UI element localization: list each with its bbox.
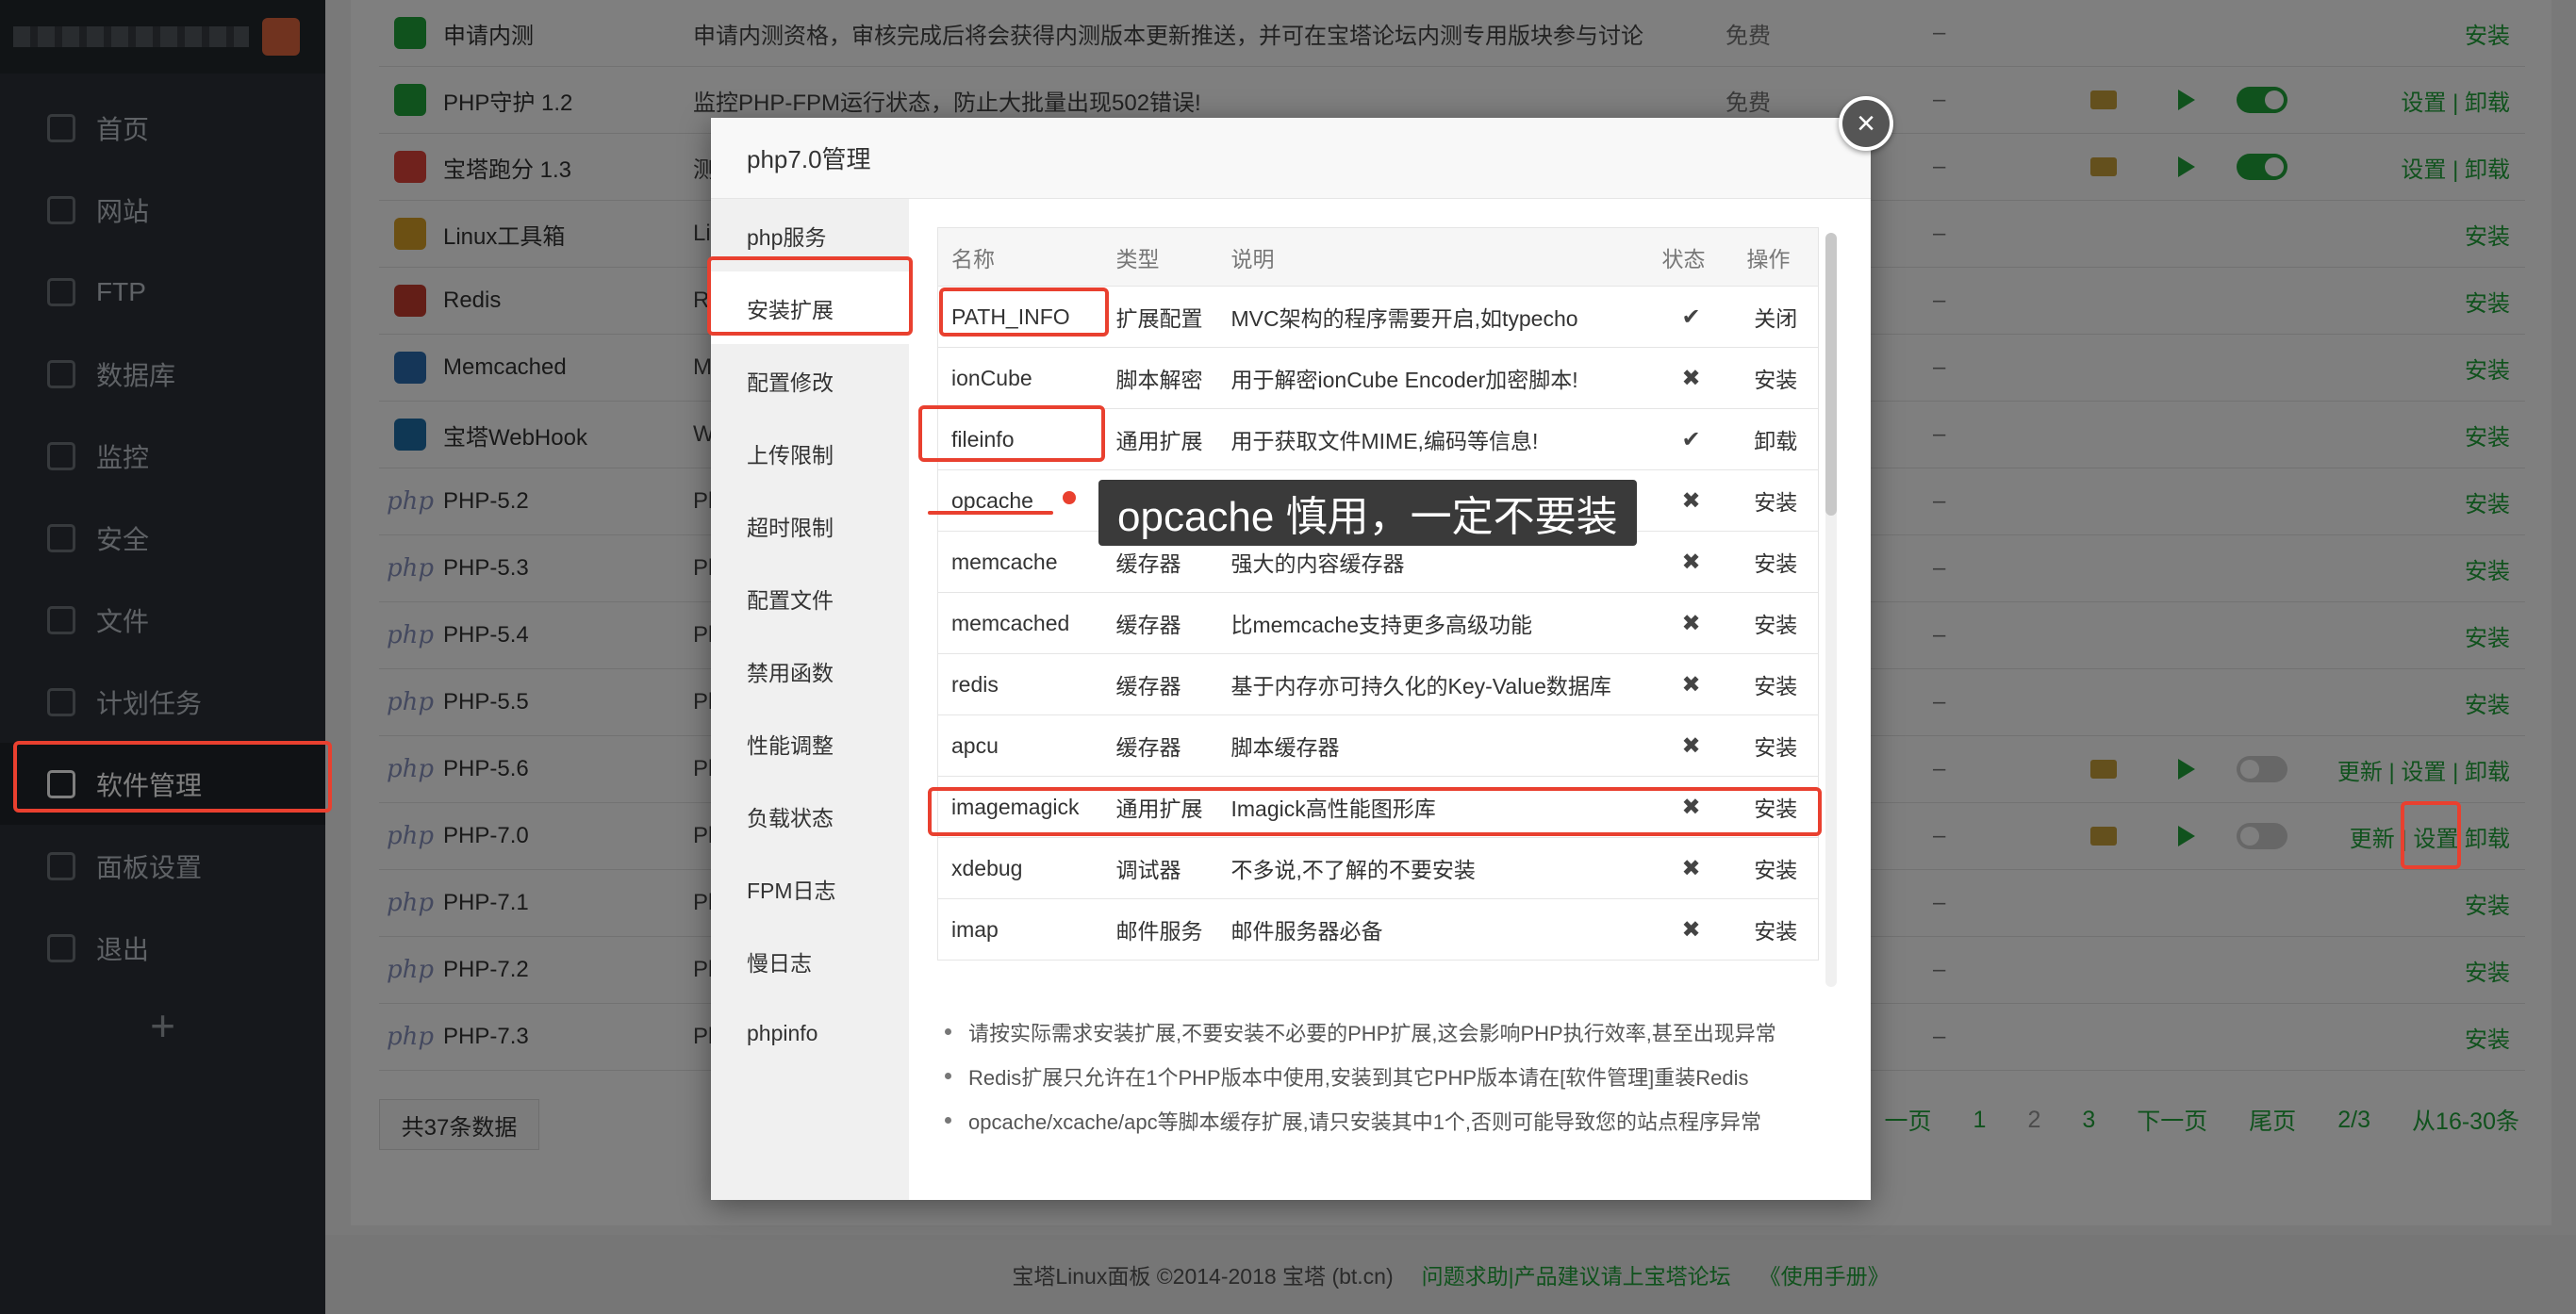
highlight-settings-link xyxy=(2401,801,2461,869)
cross-icon: ✖ xyxy=(1648,592,1734,654)
cross-icon: ✖ xyxy=(1648,714,1734,777)
ext-action-button[interactable]: 安装 xyxy=(1733,898,1819,961)
note-item: 请按实际需求安装扩展,不要安装不必要的PHP扩展,这会影响PHP执行效率,甚至出… xyxy=(937,1010,1776,1054)
highlight-opcache-underline xyxy=(928,511,1053,515)
cross-icon: ✖ xyxy=(1648,898,1734,961)
ext-action-button[interactable]: 安装 xyxy=(1733,592,1819,654)
menu-item-slow-log[interactable]: 慢日志 xyxy=(711,925,909,997)
highlight-fileinfo xyxy=(918,405,1105,462)
table-row: ionCube 脚本解密 用于解密ionCube Encoder加密脚本! ✖ 安装 xyxy=(937,347,1819,409)
table-row: xdebug 调试器 不多说,不了解的不要安装 ✖ 安装 xyxy=(937,837,1819,899)
ext-desc: 用于解密ionCube Encoder加密脚本! xyxy=(1217,347,1649,409)
close-icon[interactable]: × xyxy=(1839,96,1893,151)
ext-name: memcache xyxy=(937,531,1103,593)
ext-action-button[interactable]: 安装 xyxy=(1733,653,1819,715)
ext-action-button[interactable]: 安装 xyxy=(1733,469,1819,532)
ext-name: memcached xyxy=(937,592,1103,654)
table-row: memcached 缓存器 比memcache支持更多高级功能 ✖ 安装 xyxy=(937,592,1819,654)
cross-icon: ✖ xyxy=(1648,837,1734,899)
menu-item-load-status[interactable]: 负载状态 xyxy=(711,780,909,852)
ext-name: ionCube xyxy=(937,347,1103,409)
highlight-imagemagick xyxy=(928,787,1822,836)
col-desc: 说明 xyxy=(1217,227,1649,287)
ext-desc: 邮件服务器必备 xyxy=(1217,898,1649,961)
cross-icon: ✖ xyxy=(1648,653,1734,715)
ext-name: apcu xyxy=(937,714,1103,777)
highlight-install-ext-menu xyxy=(707,256,913,336)
ext-type: 脚本解密 xyxy=(1102,347,1218,409)
table-row: apcu 缓存器 脚本缓存器 ✖ 安装 xyxy=(937,714,1819,777)
extensions-table: 名称 类型 说明 状态 操作 PATH_INFO 扩展配置 MVC架构的程序需要开启… xyxy=(937,227,1819,961)
extensions-table-body: PATH_INFO 扩展配置 MVC架构的程序需要开启,如typecho ✔ 关闭 ion… xyxy=(937,286,1819,961)
table-row: imap 邮件服务 邮件服务器必备 ✖ 安装 xyxy=(937,898,1819,961)
cross-icon: ✖ xyxy=(1648,531,1734,593)
menu-item-timeout-limit[interactable]: 超时限制 xyxy=(711,489,909,562)
ext-type: 邮件服务 xyxy=(1102,898,1218,961)
dialog-body: 名称 类型 说明 状态 操作 PATH_INFO 扩展配置 MVC架构的程序需要开启… xyxy=(909,199,1871,1200)
ext-action-button[interactable]: 卸载 xyxy=(1733,408,1819,470)
ext-name: imap xyxy=(937,898,1103,961)
ext-action-button[interactable]: 安装 xyxy=(1733,531,1819,593)
cross-icon: ✖ xyxy=(1648,347,1734,409)
ext-type: 缓存器 xyxy=(1102,592,1218,654)
dialog-title: php7.0管理 xyxy=(711,118,1871,199)
ext-desc: 不多说,不了解的不要安装 xyxy=(1217,837,1649,899)
highlight-software-menu xyxy=(13,741,332,813)
note-item: Redis扩展只允许在1个PHP版本中使用,安装到其它PHP版本请在[软件管理]… xyxy=(937,1054,1776,1098)
cross-icon: ✖ xyxy=(1648,469,1734,532)
col-action: 操作 xyxy=(1733,227,1819,287)
ext-type: 扩展配置 xyxy=(1102,286,1218,348)
menu-item-phpinfo[interactable]: phpinfo xyxy=(711,997,909,1070)
col-type: 类型 xyxy=(1102,227,1218,287)
callout-marker xyxy=(1063,491,1076,504)
ext-desc: MVC架构的程序需要开启,如typecho xyxy=(1217,286,1649,348)
ext-type: 通用扩展 xyxy=(1102,408,1218,470)
ext-action-button[interactable]: 安装 xyxy=(1733,347,1819,409)
menu-item-upload-limit[interactable]: 上传限制 xyxy=(711,417,909,489)
ext-name: opcache xyxy=(937,469,1103,532)
dialog-menu: php服务 安装扩展 配置修改 上传限制 超时限制 配置文件 禁用函数 性能调整… xyxy=(711,199,909,1200)
ext-name: xdebug xyxy=(937,837,1103,899)
ext-name: redis xyxy=(937,653,1103,715)
col-status: 状态 xyxy=(1648,227,1734,287)
menu-item-fpm-log[interactable]: FPM日志 xyxy=(711,852,909,925)
check-icon: ✔ xyxy=(1648,286,1734,348)
menu-item-config-edit[interactable]: 配置修改 xyxy=(711,344,909,417)
notes-list: 请按实际需求安装扩展,不要安装不必要的PHP扩展,这会影响PHP执行效率,甚至出… xyxy=(937,1010,1776,1142)
table-scrollbar[interactable] xyxy=(1825,233,1837,987)
menu-item-performance[interactable]: 性能调整 xyxy=(711,707,909,780)
ext-desc: 用于获取文件MIME,编码等信息! xyxy=(1217,408,1649,470)
scrollbar-thumb[interactable] xyxy=(1825,233,1837,516)
ext-action-button[interactable]: 安装 xyxy=(1733,714,1819,777)
ext-type: 缓存器 xyxy=(1102,653,1218,715)
ext-type: 缓存器 xyxy=(1102,714,1218,777)
table-row: redis 缓存器 基于内存亦可持久化的Key-Value数据库 ✖ 安装 xyxy=(937,653,1819,715)
extensions-table-scroll[interactable]: 名称 类型 说明 状态 操作 PATH_INFO 扩展配置 MVC架构的程序需要开启… xyxy=(937,227,1833,986)
ext-action-button[interactable]: 关闭 xyxy=(1733,286,1819,348)
check-icon: ✔ xyxy=(1648,408,1734,470)
ext-desc: 比memcache支持更多高级功能 xyxy=(1217,592,1649,654)
table-header-row: 名称 类型 说明 状态 操作 xyxy=(937,227,1819,287)
ext-desc: 基于内存亦可持久化的Key-Value数据库 xyxy=(1217,653,1649,715)
menu-item-config-file[interactable]: 配置文件 xyxy=(711,562,909,634)
ext-type: 调试器 xyxy=(1102,837,1218,899)
highlight-pathinfo xyxy=(939,287,1109,337)
col-name: 名称 xyxy=(937,227,1103,287)
ext-desc: 脚本缓存器 xyxy=(1217,714,1649,777)
annotation-callout: opcache 慎用，一定不要装 xyxy=(1098,480,1637,546)
note-item: opcache/xcache/apc等脚本缓存扩展,请只安装其中1个,否则可能导… xyxy=(937,1098,1776,1142)
ext-action-button[interactable]: 安装 xyxy=(1733,837,1819,899)
menu-item-disabled-functions[interactable]: 禁用函数 xyxy=(711,634,909,707)
